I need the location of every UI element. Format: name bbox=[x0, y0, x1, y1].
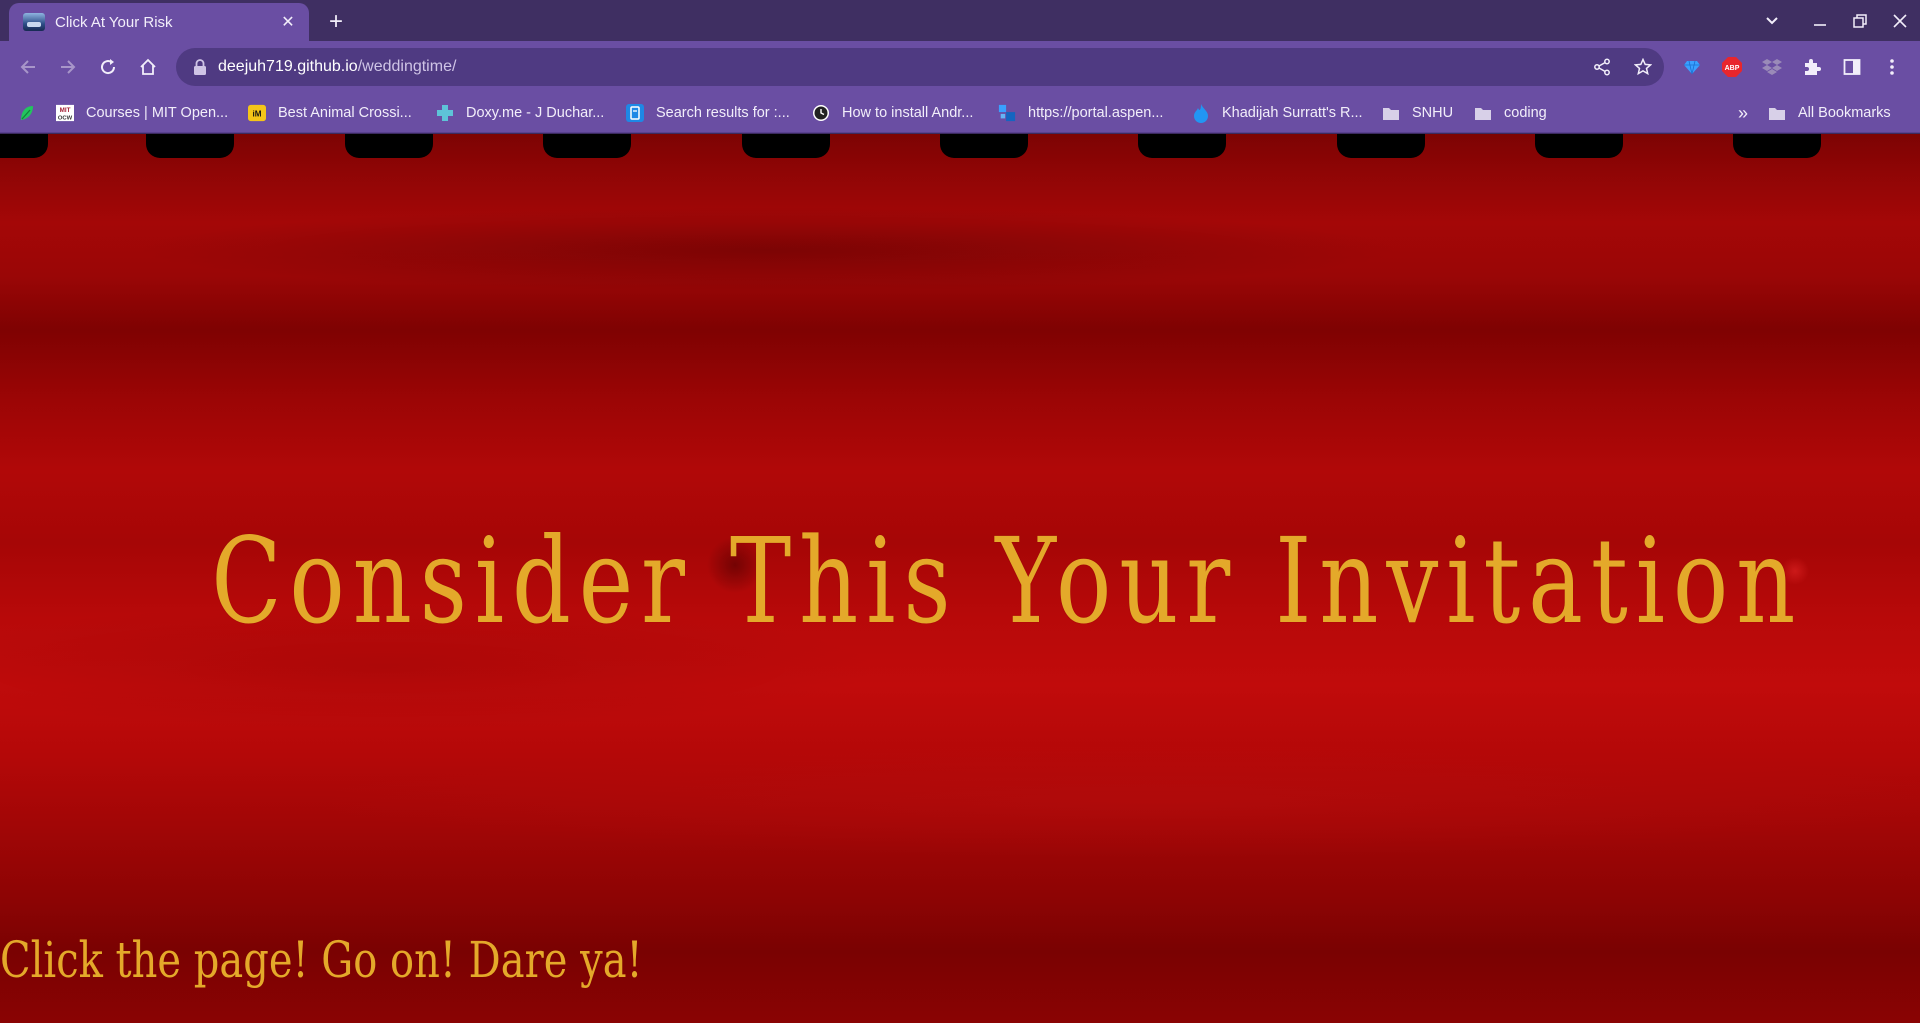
menu-kebab-icon[interactable] bbox=[1876, 51, 1908, 83]
svg-text:ABP: ABP bbox=[1725, 65, 1740, 72]
bookmark-label: Best Animal Crossi... bbox=[278, 105, 412, 121]
page-canvas[interactable]: Consider This Your Invitation Click the … bbox=[0, 134, 1920, 1023]
invitation-headline: Consider This Your Invitation bbox=[211, 512, 1804, 650]
adblock-plus-icon[interactable]: ABP bbox=[1716, 51, 1748, 83]
bookmark-label: Courses | MIT Open... bbox=[86, 105, 229, 121]
url-host: deejuh719.github.io bbox=[218, 58, 358, 75]
browser-toolbar: deejuh719.github.io/weddingtime/ ABP bbox=[0, 41, 1920, 93]
film-strip-hole bbox=[146, 134, 234, 158]
folder-icon bbox=[1474, 104, 1492, 122]
reload-button[interactable] bbox=[92, 51, 124, 83]
bookmark-label: coding bbox=[1504, 105, 1547, 121]
minimize-icon[interactable] bbox=[1804, 6, 1836, 36]
tab-active[interactable]: Click At Your Risk ✕ bbox=[9, 3, 309, 41]
bookmark-label: SNHU bbox=[1412, 105, 1454, 121]
bookmark-folder-coding[interactable]: coding bbox=[1474, 101, 1547, 125]
dropbox-icon[interactable] bbox=[1756, 51, 1788, 83]
film-strip-hole bbox=[1535, 134, 1623, 158]
all-bookmarks-label: All Bookmarks bbox=[1798, 105, 1891, 121]
gem-extension-icon[interactable] bbox=[1676, 51, 1708, 83]
bookmark-label: How to install Andr... bbox=[842, 105, 974, 121]
search-app-icon bbox=[626, 104, 644, 122]
doxy-cross-icon bbox=[436, 104, 454, 122]
bookmark-item-doxy[interactable]: Doxy.me - J Duchar... bbox=[436, 101, 604, 125]
film-strip-hole bbox=[0, 134, 48, 158]
bookmark-star-icon[interactable] bbox=[1627, 48, 1659, 86]
bookmark-item-animal-crossing[interactable]: iM Best Animal Crossi... bbox=[248, 101, 412, 125]
film-strip-hole bbox=[1733, 134, 1821, 158]
film-strip-hole bbox=[742, 134, 830, 158]
svg-text:MIT: MIT bbox=[60, 107, 71, 114]
back-button[interactable] bbox=[12, 51, 44, 83]
bookmark-item-install-android[interactable]: How to install Andr... bbox=[812, 101, 973, 125]
bookmark-item-aspen[interactable]: https://portal.aspen... bbox=[998, 101, 1163, 125]
film-strip-hole bbox=[940, 134, 1028, 158]
flame-icon bbox=[1192, 104, 1210, 123]
url-path: /weddingtime/ bbox=[357, 58, 457, 75]
side-panel-icon[interactable] bbox=[1836, 51, 1868, 83]
folder-icon bbox=[1382, 104, 1400, 122]
bookmark-item-mit[interactable]: MIT OCW Courses | MIT Open... bbox=[56, 101, 228, 125]
leaf-extension-icon bbox=[18, 104, 36, 122]
bookmark-leaf[interactable] bbox=[18, 101, 48, 125]
bookmark-item-khadijah[interactable]: Khadijah Surratt's R... bbox=[1192, 101, 1363, 125]
site-favicon-icon bbox=[23, 13, 45, 31]
share-icon[interactable] bbox=[1586, 48, 1618, 86]
clock-icon bbox=[812, 104, 830, 122]
all-bookmarks-button[interactable]: All Bookmarks bbox=[1768, 101, 1891, 125]
tab-search-chevron-icon[interactable] bbox=[1756, 6, 1788, 36]
forward-button[interactable] bbox=[52, 51, 84, 83]
restore-icon[interactable] bbox=[1844, 6, 1876, 36]
tab-title: Click At Your Risk bbox=[55, 13, 173, 31]
tab-close-icon[interactable]: ✕ bbox=[277, 11, 299, 33]
home-button[interactable] bbox=[132, 51, 164, 83]
film-strip-hole bbox=[1337, 134, 1425, 158]
svg-text:iM: iM bbox=[253, 110, 262, 119]
folder-icon bbox=[1768, 104, 1786, 122]
bookmarks-bar: MIT OCW Courses | MIT Open... iM Best Ani… bbox=[0, 93, 1920, 133]
mit-ocw-icon: MIT OCW bbox=[56, 104, 74, 122]
bookmark-label: Doxy.me - J Duchar... bbox=[466, 105, 605, 121]
new-tab-button[interactable]: + bbox=[322, 8, 350, 36]
film-strip-hole bbox=[543, 134, 631, 158]
lock-icon[interactable] bbox=[192, 58, 208, 76]
tab-strip: Click At Your Risk ✕ + bbox=[0, 0, 1920, 41]
bookmarks-overflow-button[interactable]: » bbox=[1738, 101, 1748, 125]
svg-text:OCW: OCW bbox=[58, 115, 73, 121]
bookmark-label: Search results for :... bbox=[656, 105, 790, 121]
bookmark-folder-snhu[interactable]: SNHU bbox=[1382, 101, 1453, 125]
bookmark-item-search-results[interactable]: Search results for :... bbox=[626, 101, 790, 125]
bookmark-label: https://portal.aspen... bbox=[1028, 105, 1164, 121]
extensions-puzzle-icon[interactable] bbox=[1796, 51, 1828, 83]
film-strip-hole bbox=[345, 134, 433, 158]
im-icon: iM bbox=[248, 104, 266, 122]
click-prompt-text[interactable]: Click the page! Go on! Dare ya! bbox=[0, 931, 643, 989]
bookmark-label: Khadijah Surratt's R... bbox=[1222, 105, 1363, 121]
url-text[interactable]: deejuh719.github.io/weddingtime/ bbox=[218, 58, 456, 76]
close-window-icon[interactable] bbox=[1884, 6, 1916, 36]
aspen-icon bbox=[998, 104, 1016, 122]
film-strip-hole bbox=[1138, 134, 1226, 158]
address-bar[interactable]: deejuh719.github.io/weddingtime/ bbox=[176, 48, 1664, 86]
